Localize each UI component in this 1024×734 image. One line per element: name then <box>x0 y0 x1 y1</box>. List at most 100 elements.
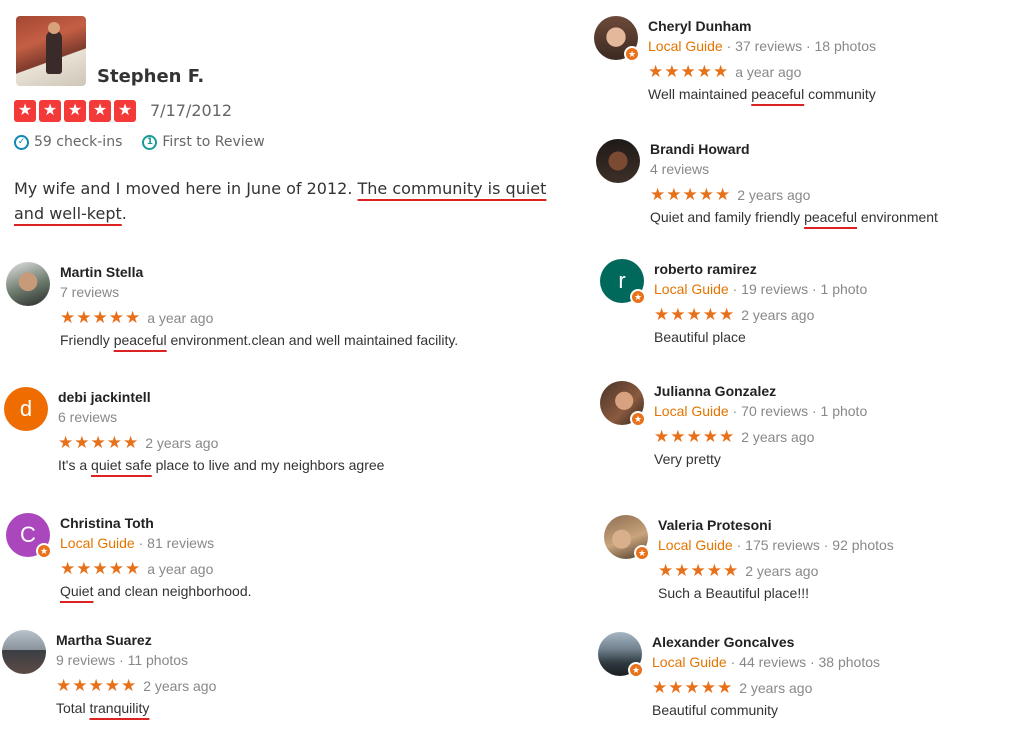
avatar[interactable] <box>2 630 46 674</box>
first-review-icon: 1 <box>142 134 158 150</box>
reviewer-stats: 4 reviews <box>650 161 709 177</box>
review-text: Well maintained peaceful community <box>648 86 876 102</box>
review-text-start: Well maintained <box>648 86 752 102</box>
star-icon: ★ <box>64 100 86 122</box>
reviewer-stats: Local Guide · 70 reviews · 1 photo <box>654 403 867 419</box>
review-text-highlight: Quiet <box>60 583 94 599</box>
star-rating: ★★★★★ <box>658 561 740 580</box>
reviewer-name[interactable]: Valeria Protesoni <box>658 517 772 533</box>
reviewer-name[interactable]: Alexander Goncalves <box>652 634 794 650</box>
reviewer-stats-text: · 19 reviews · 1 photo <box>728 281 868 297</box>
review-time: a year ago <box>147 561 214 577</box>
reviewer-stats: 6 reviews <box>58 409 117 425</box>
review-text: Such a Beautiful place!!! <box>658 585 809 601</box>
star-icon: ★ <box>89 100 111 122</box>
review-text-start: Quiet and family friendly <box>650 209 805 225</box>
person-figure <box>46 30 62 74</box>
reviewer-stats: Local Guide · 175 reviews · 92 photos <box>658 537 894 553</box>
reviewer-photo[interactable] <box>16 16 86 86</box>
rating-row: ★★★★★ a year ago <box>648 62 801 82</box>
reviewer-name[interactable]: Stephen F. <box>97 66 204 87</box>
first-to-review-label: First to Review <box>162 134 265 150</box>
local-guide-label: Local Guide <box>60 535 135 551</box>
review-text-highlight: quiet safe <box>91 457 152 473</box>
rating-row: ★★★★★ a year ago <box>60 308 213 328</box>
review-text: My wife and I moved here in June of 2012… <box>14 176 574 226</box>
review-time: 2 years ago <box>741 307 815 323</box>
review-meta: ✓ 59 check-ins 1 First to Review <box>14 134 265 150</box>
review-time: 2 years ago <box>741 429 815 445</box>
review-time: 2 years ago <box>145 435 219 451</box>
review-text: Quiet and family friendly peaceful envir… <box>650 209 938 225</box>
review-text-highlight: peaceful <box>751 86 805 102</box>
reviewer-name[interactable]: Cheryl Dunham <box>648 18 751 34</box>
star-rating: ★★★★★ <box>60 308 142 327</box>
review-text: Very pretty <box>654 451 721 467</box>
reviewer-stats-text: · 37 reviews · 18 photos <box>722 38 877 54</box>
star-icon: ★ <box>14 100 36 122</box>
star-rating: ★★★★★ <box>652 678 734 697</box>
review-text: Quiet and clean neighborhood. <box>60 583 252 599</box>
star-rating: ★★★★★ <box>58 433 140 452</box>
rating-row: ★★★★★ 2 years ago <box>658 561 818 581</box>
reviewer-name[interactable]: Martin Stella <box>60 264 143 280</box>
star-rating: ★★★★★ <box>60 559 142 578</box>
reviewer-stats: Local Guide · 81 reviews <box>60 535 214 551</box>
review-text-end: and clean neighborhood. <box>93 583 252 599</box>
rating-row: ★★★★★ 2 years ago <box>56 676 216 696</box>
review-text-highlight: tranquility <box>89 700 150 716</box>
review-time: a year ago <box>147 310 214 326</box>
rating-row: ★★★★★ a year ago <box>60 559 213 579</box>
reviewer-stats-text: · 44 reviews · 38 photos <box>726 654 881 670</box>
review-text-start: Very pretty <box>654 451 721 467</box>
star-icon: ★ <box>39 100 61 122</box>
review-text: It's a quiet safe place to live and my n… <box>58 457 384 473</box>
reviewer-stats-text: · 175 reviews · 92 photos <box>732 537 894 553</box>
local-guide-badge-icon: ★ <box>634 545 650 561</box>
review-text-start: Beautiful community <box>652 702 779 718</box>
review-time: 2 years ago <box>143 678 217 694</box>
reviewer-name[interactable]: Julianna Gonzalez <box>654 383 776 399</box>
rating-row: ★★★★★ 2 years ago <box>654 305 814 325</box>
local-guide-label: Local Guide <box>654 281 729 297</box>
star-rating: ★★★★★ <box>654 305 736 324</box>
reviewer-name[interactable]: Martha Suarez <box>56 632 152 648</box>
local-guide-label: Local Guide <box>652 654 727 670</box>
star-icon: ★ <box>114 100 136 122</box>
review-time: 2 years ago <box>745 563 819 579</box>
rating-row: ★★★★★ 2 years ago <box>652 678 812 698</box>
reviewer-name[interactable]: debi jackintell <box>58 389 151 405</box>
reviewer-stats-text: 4 reviews <box>650 161 710 177</box>
review-text-start: My wife and I moved here in June of 2012… <box>14 179 358 198</box>
review-text-end: . <box>121 204 127 223</box>
local-guide-badge-icon: ★ <box>630 411 646 427</box>
local-guide-label: Local Guide <box>648 38 723 54</box>
review-text-start: Total <box>56 700 90 716</box>
avatar[interactable]: d <box>4 387 48 431</box>
avatar[interactable] <box>596 139 640 183</box>
reviewer-stats: Local Guide · 19 reviews · 1 photo <box>654 281 867 297</box>
local-guide-badge-icon: ★ <box>624 46 640 62</box>
review-text-end: community <box>804 86 876 102</box>
local-guide-label: Local Guide <box>654 403 729 419</box>
reviewer-stats: Local Guide · 44 reviews · 38 photos <box>652 654 880 670</box>
first-to-review: 1 First to Review <box>142 134 265 150</box>
review-text-start: Friendly <box>60 332 114 348</box>
person-head <box>48 22 60 34</box>
reviewer-name[interactable]: roberto ramirez <box>654 261 757 277</box>
yelp-star-rating: ★ ★ ★ ★ ★ <box>14 100 136 122</box>
reviewer-stats-text: · 70 reviews · 1 photo <box>728 403 868 419</box>
review-text-highlight: peaceful <box>113 332 167 348</box>
review-text-start: Such a Beautiful place!!! <box>658 585 809 601</box>
local-guide-badge-icon: ★ <box>630 289 646 305</box>
checkin-icon: ✓ <box>14 134 29 150</box>
reviewer-name[interactable]: Brandi Howard <box>650 141 750 157</box>
review-date: 7/17/2012 <box>150 101 233 120</box>
avatar[interactable] <box>6 262 50 306</box>
reviewer-name[interactable]: Christina Toth <box>60 515 154 531</box>
reviewer-stats: 9 reviews · 11 photos <box>56 652 188 668</box>
review-text: Total tranquility <box>56 700 149 716</box>
review-time: 2 years ago <box>739 680 813 696</box>
rating-row: ★★★★★ 2 years ago <box>654 427 814 447</box>
star-rating: ★★★★★ <box>650 185 732 204</box>
